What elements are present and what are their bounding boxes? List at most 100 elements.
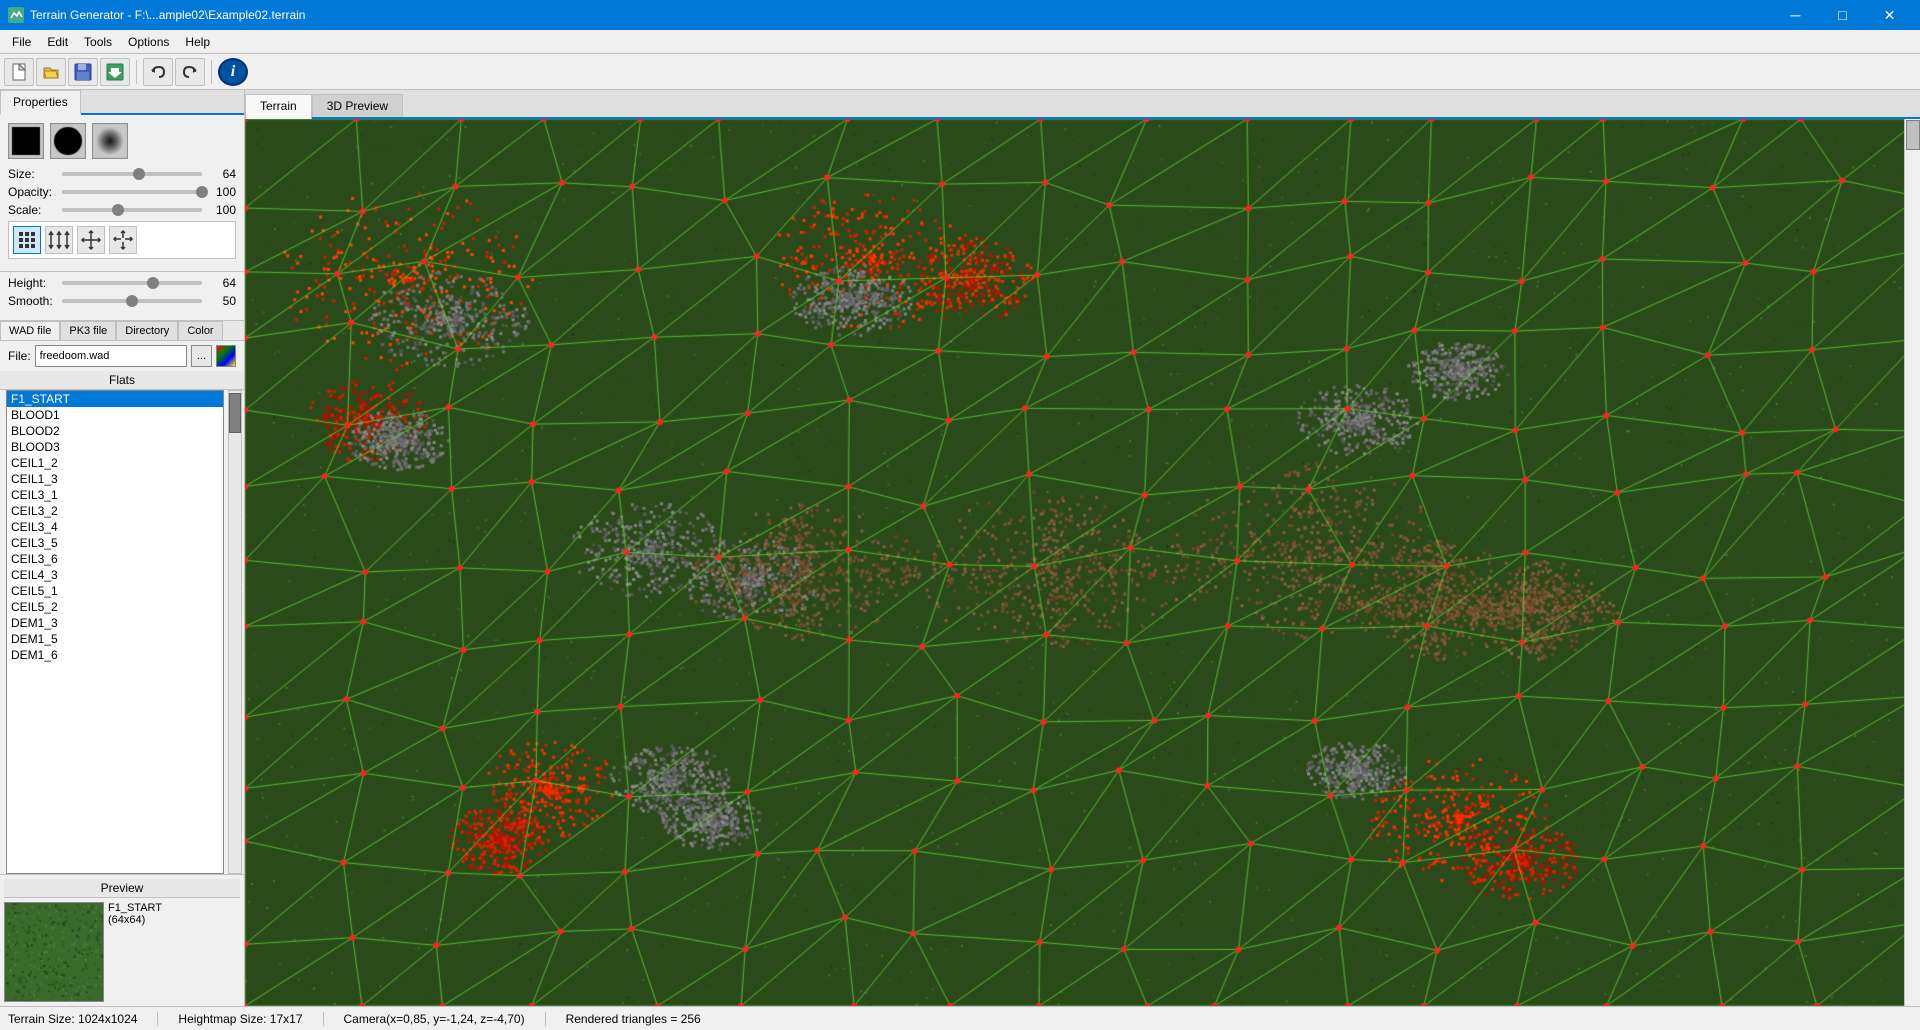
save-button[interactable]: [68, 58, 98, 86]
flat-item[interactable]: CEIL3_1: [7, 487, 223, 503]
preview-area: F1_START (64x64): [4, 902, 240, 1002]
flats-header: Flats: [0, 371, 244, 390]
size-value: 64: [206, 167, 236, 181]
flat-item[interactable]: CEIL3_5: [7, 535, 223, 551]
flat-item[interactable]: BLOOD3: [7, 439, 223, 455]
brush-type-dot[interactable]: [13, 226, 41, 254]
redo-button[interactable]: [175, 58, 205, 86]
flat-item[interactable]: CEIL5_2: [7, 599, 223, 615]
menu-help[interactable]: Help: [177, 31, 218, 53]
properties-tab-bar: Properties: [0, 90, 244, 115]
flat-list[interactable]: F1_STARTBLOOD1BLOOD2BLOOD3CEIL1_2CEIL1_3…: [6, 390, 224, 874]
menu-file[interactable]: File: [4, 31, 39, 53]
toolbar-separator-1: [136, 60, 137, 84]
scale-thumb[interactable]: [112, 204, 124, 216]
smooth-track: [62, 299, 202, 303]
tab-pk3-file[interactable]: PK3 file: [60, 321, 116, 340]
flat-item[interactable]: CEIL1_3: [7, 471, 223, 487]
toolbar-separator-2: [211, 60, 212, 84]
flat-item[interactable]: DEM1_3: [7, 615, 223, 631]
menu-edit[interactable]: Edit: [39, 31, 76, 53]
info-button[interactable]: i: [218, 58, 248, 86]
view-tabs: Terrain 3D Preview: [245, 90, 1920, 119]
scrollbar-vertical[interactable]: [1904, 119, 1920, 1006]
tab-terrain[interactable]: Terrain: [245, 94, 312, 119]
brush-section: Size: 64 Opacity: 100 Scale:: [0, 115, 244, 272]
height-thumb[interactable]: [147, 277, 159, 289]
menu-options[interactable]: Options: [120, 31, 177, 53]
minimize-button[interactable]: ─: [1773, 0, 1818, 30]
export-button[interactable]: [100, 58, 130, 86]
flat-item[interactable]: BLOOD1: [7, 407, 223, 423]
soft-brush[interactable]: [92, 123, 128, 159]
scale-track: [62, 208, 202, 212]
opacity-track: [62, 190, 202, 194]
scale-value: 100: [206, 203, 236, 217]
opacity-value: 100: [206, 185, 236, 199]
terrain-canvas[interactable]: [245, 119, 1920, 1006]
brush-type-collapse[interactable]: [109, 226, 137, 254]
maximize-button[interactable]: □: [1820, 0, 1865, 30]
tab-properties[interactable]: Properties: [0, 90, 81, 115]
brush-samples: [8, 123, 236, 159]
status-sep-2: [323, 1012, 324, 1026]
preview-section: Preview F1_START (64x64): [0, 874, 244, 1006]
flat-item[interactable]: CEIL3_4: [7, 519, 223, 535]
new-button[interactable]: [4, 58, 34, 86]
flat-item[interactable]: F1_START: [7, 391, 223, 407]
scale-label: Scale:: [8, 203, 58, 217]
file-browse-button[interactable]: ...: [191, 345, 213, 367]
status-sep-1: [157, 1012, 158, 1026]
round-brush[interactable]: [50, 123, 86, 159]
status-sep-3: [545, 1012, 546, 1026]
smooth-value: 50: [206, 294, 236, 308]
tab-color[interactable]: Color: [178, 321, 222, 340]
opacity-slider-row: Opacity: 100: [8, 185, 236, 199]
file-label: File:: [8, 349, 31, 363]
height-value: 64: [206, 276, 236, 290]
smooth-thumb[interactable]: [126, 295, 138, 307]
titlebar: Terrain Generator - F:\...ample02\Exampl…: [0, 0, 1920, 30]
flat-item[interactable]: CEIL1_2: [7, 455, 223, 471]
texture-tabs: WAD file PK3 file Directory Color: [0, 321, 244, 341]
main-container: Properties Size: 64 Opacity:: [0, 90, 1920, 1006]
titlebar-left: Terrain Generator - F:\...ample02\Exampl…: [8, 7, 305, 23]
flat-item[interactable]: CEIL4_3: [7, 567, 223, 583]
height-track: [62, 281, 202, 285]
titlebar-controls: ─ □ ✕: [1773, 0, 1912, 30]
brush-type-updown[interactable]: [45, 226, 73, 254]
status-camera: Camera(x=0,85, y=-1,24, z=-4,70): [344, 1012, 525, 1026]
tab-wad-file[interactable]: WAD file: [0, 321, 60, 340]
main-area: Terrain 3D Preview: [245, 90, 1920, 1006]
close-button[interactable]: ✕: [1867, 0, 1912, 30]
flat-list-scrollbar[interactable]: [228, 390, 242, 874]
flat-item[interactable]: DEM1_6: [7, 647, 223, 663]
size-slider-row: Size: 64: [8, 167, 236, 181]
color-picker-button[interactable]: [216, 345, 236, 367]
flat-item[interactable]: BLOOD2: [7, 423, 223, 439]
brush-type-row: [8, 221, 236, 259]
file-input[interactable]: [35, 345, 187, 367]
flat-item[interactable]: CEIL5_1: [7, 583, 223, 599]
open-button[interactable]: [36, 58, 66, 86]
flat-item[interactable]: CEIL3_6: [7, 551, 223, 567]
square-brush[interactable]: [8, 123, 44, 159]
opacity-label: Opacity:: [8, 185, 58, 199]
preview-header: Preview: [4, 879, 240, 898]
menu-tools[interactable]: Tools: [76, 31, 120, 53]
size-thumb[interactable]: [133, 168, 145, 180]
flat-item[interactable]: CEIL3_2: [7, 503, 223, 519]
undo-button[interactable]: [143, 58, 173, 86]
app-title: Terrain Generator - F:\...ample02\Exampl…: [30, 8, 305, 22]
status-terrain-size: Terrain Size: 1024x1024: [8, 1012, 137, 1026]
tab-directory[interactable]: Directory: [116, 321, 178, 340]
preview-box: [4, 902, 104, 1002]
opacity-thumb[interactable]: [196, 186, 208, 198]
scrollbar-thumb-vertical[interactable]: [1906, 120, 1920, 150]
flat-list-container: F1_STARTBLOOD1BLOOD2BLOOD3CEIL1_2CEIL1_3…: [0, 390, 244, 874]
statusbar: Terrain Size: 1024x1024 Heightmap Size: …: [0, 1006, 1920, 1030]
flat-item[interactable]: DEM1_5: [7, 631, 223, 647]
brush-type-cross[interactable]: [77, 226, 105, 254]
smooth-label: Smooth:: [8, 294, 58, 308]
tab-3d-preview[interactable]: 3D Preview: [312, 94, 403, 117]
